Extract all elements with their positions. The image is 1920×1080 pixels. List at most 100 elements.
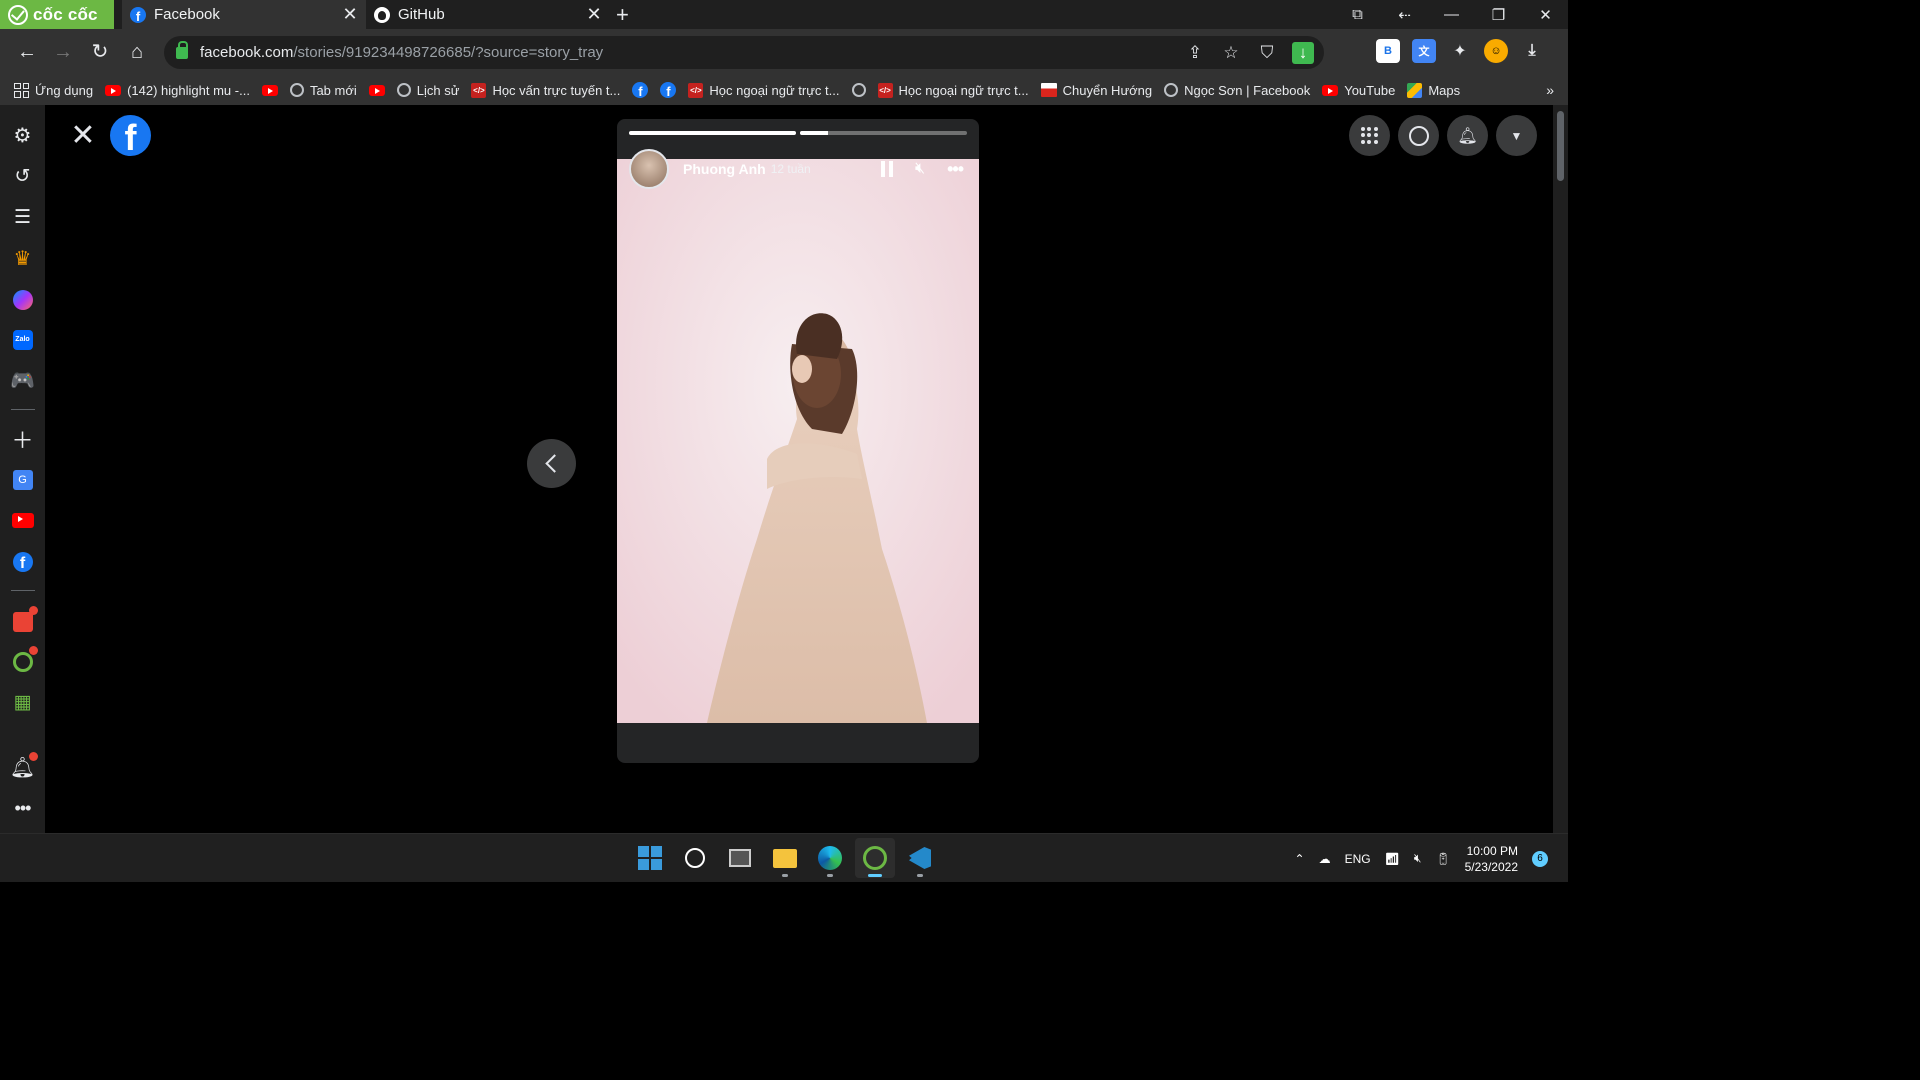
account-button[interactable]: ▼ — [1496, 115, 1537, 156]
windows-logo-icon — [638, 846, 662, 870]
add-panel-icon[interactable]: ＋ — [10, 426, 35, 453]
bookmark-chuyen-huong[interactable]: Chuyển Hướng — [1040, 83, 1152, 98]
reading-list-icon[interactable]: ☰ — [10, 205, 35, 230]
bookmark-hoc-van[interactable]: </> Học vấn trực tuyến t... — [471, 82, 620, 98]
bookmark-hoc-ngoai-ngu-2[interactable]: </> Học ngoại ngữ trực t... — [877, 82, 1029, 98]
task-view-icon — [729, 849, 751, 867]
close-tab-icon[interactable]: ✕ — [586, 4, 602, 25]
pause-icon[interactable] — [881, 161, 893, 177]
url-text[interactable]: facebook.com/stories/919234498726685/?so… — [200, 44, 603, 61]
wifi-icon[interactable]: 📶︎ — [1385, 852, 1400, 866]
notification-count-badge[interactable]: 6 — [1532, 850, 1548, 867]
bookmark-hoc-ngoai-ngu-1[interactable]: </> Học ngoại ngữ trực t... — [688, 82, 840, 98]
facebook-panel-icon[interactable]: f — [10, 549, 35, 574]
reload-button[interactable]: ↻ — [88, 40, 112, 64]
bookmark-history[interactable]: Lịch sử — [396, 83, 459, 98]
tab-facebook[interactable]: f Facebook ✕ — [122, 0, 366, 29]
bookmark-youtube[interactable]: YouTube — [1322, 83, 1395, 98]
profile-avatar[interactable]: ☺ — [1484, 39, 1508, 63]
back-button[interactable]: ← — [15, 40, 39, 64]
start-button[interactable] — [630, 838, 670, 878]
bookmark-maps[interactable]: Maps — [1407, 82, 1460, 98]
settings-gear-icon[interactable]: ⚙ — [10, 123, 35, 148]
show-hidden-icons[interactable]: ⌃ — [1295, 852, 1305, 866]
close-window-button[interactable]: ✕ — [1522, 6, 1569, 24]
more-icon[interactable]: ••• — [10, 796, 35, 821]
edge-button[interactable] — [810, 838, 850, 878]
messenger-icon[interactable] — [10, 287, 35, 312]
bookmark-facebook-2[interactable]: f — [660, 82, 677, 98]
bookmark-youtube-2[interactable] — [368, 84, 385, 96]
coccoc-panel-icon[interactable] — [10, 646, 38, 674]
crown-icon[interactable]: ♛ — [10, 246, 35, 271]
tab-github[interactable]: GitHub ✕ — [366, 0, 610, 29]
bookmarks-bar: Ứng dụng (142) highlight mu -... Tab mới… — [0, 75, 1568, 105]
messenger-button[interactable] — [1398, 115, 1439, 156]
close-tab-icon[interactable]: ✕ — [342, 4, 358, 25]
shield-icon[interactable]: ⛉ — [1256, 42, 1278, 64]
clock[interactable]: 10:00 PM 5/23/2022 — [1465, 843, 1518, 875]
search-tabs-icon[interactable]: ⧉ — [1334, 6, 1381, 23]
restore-button[interactable]: ❐ — [1475, 6, 1522, 24]
youtube-panel-icon[interactable] — [10, 508, 35, 533]
star-icon[interactable]: ☆ — [1220, 42, 1242, 64]
story-card[interactable]: Phuong Anh 12 tuần 🔇︎ ••• — [617, 119, 979, 763]
close-story-button[interactable]: ✕ — [69, 121, 97, 151]
previous-story-button[interactable] — [527, 439, 576, 488]
notifications-button[interactable]: 🔔︎ — [1447, 115, 1488, 156]
youtube-icon — [368, 84, 385, 96]
translate-icon[interactable]: 文 — [1412, 39, 1436, 63]
battery-icon[interactable]: 🔋︎ — [1435, 852, 1450, 866]
youtube-icon — [1322, 84, 1339, 96]
bookmark-facebook-1[interactable]: f — [632, 82, 649, 98]
spreadsheet-icon[interactable]: ▦ — [10, 690, 35, 715]
clock-date: 5/23/2022 — [1464, 859, 1518, 874]
story-header: Phuong Anh 12 tuần 🔇︎ ••• — [629, 149, 967, 189]
tab-title: GitHub — [398, 6, 445, 23]
volume-muted-icon[interactable]: 🔇︎ — [1414, 851, 1422, 866]
onedrive-icon[interactable]: ☁ — [1319, 852, 1331, 866]
search-button[interactable] — [675, 838, 715, 878]
bookmark-apps[interactable]: Ứng dụng — [14, 82, 93, 98]
bookmark-youtube-1[interactable] — [261, 84, 278, 96]
extension-b-icon[interactable]: B — [1376, 39, 1400, 63]
bookmarks-overflow-button[interactable]: » — [1546, 82, 1554, 98]
gamepad-icon[interactable]: 🎮 — [10, 368, 35, 393]
extensions-puzzle-icon[interactable]: ✦ — [1448, 39, 1472, 63]
history-icon[interactable]: ↺ — [10, 164, 35, 189]
muted-speaker-icon[interactable]: 🔇︎ — [915, 160, 925, 178]
menu-button[interactable] — [1349, 115, 1390, 156]
facebook-icon: f — [130, 6, 146, 23]
address-bar[interactable]: facebook.com/stories/919234498726685/?so… — [164, 36, 1324, 69]
task-view-button[interactable] — [720, 838, 760, 878]
page-scrollbar[interactable] — [1553, 105, 1568, 833]
bookmark-ngoc-son[interactable]: Ngọc Sơn | Facebook — [1164, 83, 1310, 98]
divider — [11, 409, 35, 410]
file-explorer-button[interactable] — [765, 838, 805, 878]
input-language[interactable]: ENG — [1345, 852, 1371, 866]
lock-icon[interactable] — [176, 40, 188, 59]
facebook-logo-icon[interactable]: f — [110, 115, 151, 156]
bookmark-globe[interactable] — [851, 83, 866, 97]
sidebar-toggle-icon[interactable]: ⇠ — [1381, 6, 1428, 24]
more-options-icon[interactable]: ••• — [947, 159, 964, 180]
notification-bell-icon[interactable]: 🔔︎ — [10, 752, 38, 780]
story-author[interactable]: Phuong Anh — [683, 161, 766, 177]
forward-button[interactable]: → — [51, 40, 75, 64]
bookmark-highlight-mu[interactable]: (142) highlight mu -... — [105, 83, 250, 98]
avatar[interactable] — [629, 149, 669, 189]
vscode-button[interactable] — [900, 838, 940, 878]
minimize-button[interactable]: — — [1428, 6, 1475, 23]
coccoc-menu-button[interactable]: cốc cốc — [0, 0, 114, 29]
coccoc-taskbar-button[interactable] — [855, 838, 895, 878]
new-tab-button[interactable]: + — [616, 2, 629, 28]
share-icon[interactable]: ⇪ — [1184, 42, 1206, 64]
scrollbar-thumb[interactable] — [1557, 111, 1564, 181]
downloads-icon[interactable]: ⤓ — [1520, 39, 1544, 63]
calendar-icon[interactable] — [10, 606, 38, 634]
home-button[interactable]: ⌂ — [125, 40, 149, 64]
zalo-icon[interactable]: Zalo — [10, 327, 35, 352]
download-green-icon[interactable]: ↓ — [1292, 42, 1314, 64]
bookmark-new-tab[interactable]: Tab mới — [289, 83, 357, 98]
translate-panel-icon[interactable]: G — [10, 467, 35, 492]
